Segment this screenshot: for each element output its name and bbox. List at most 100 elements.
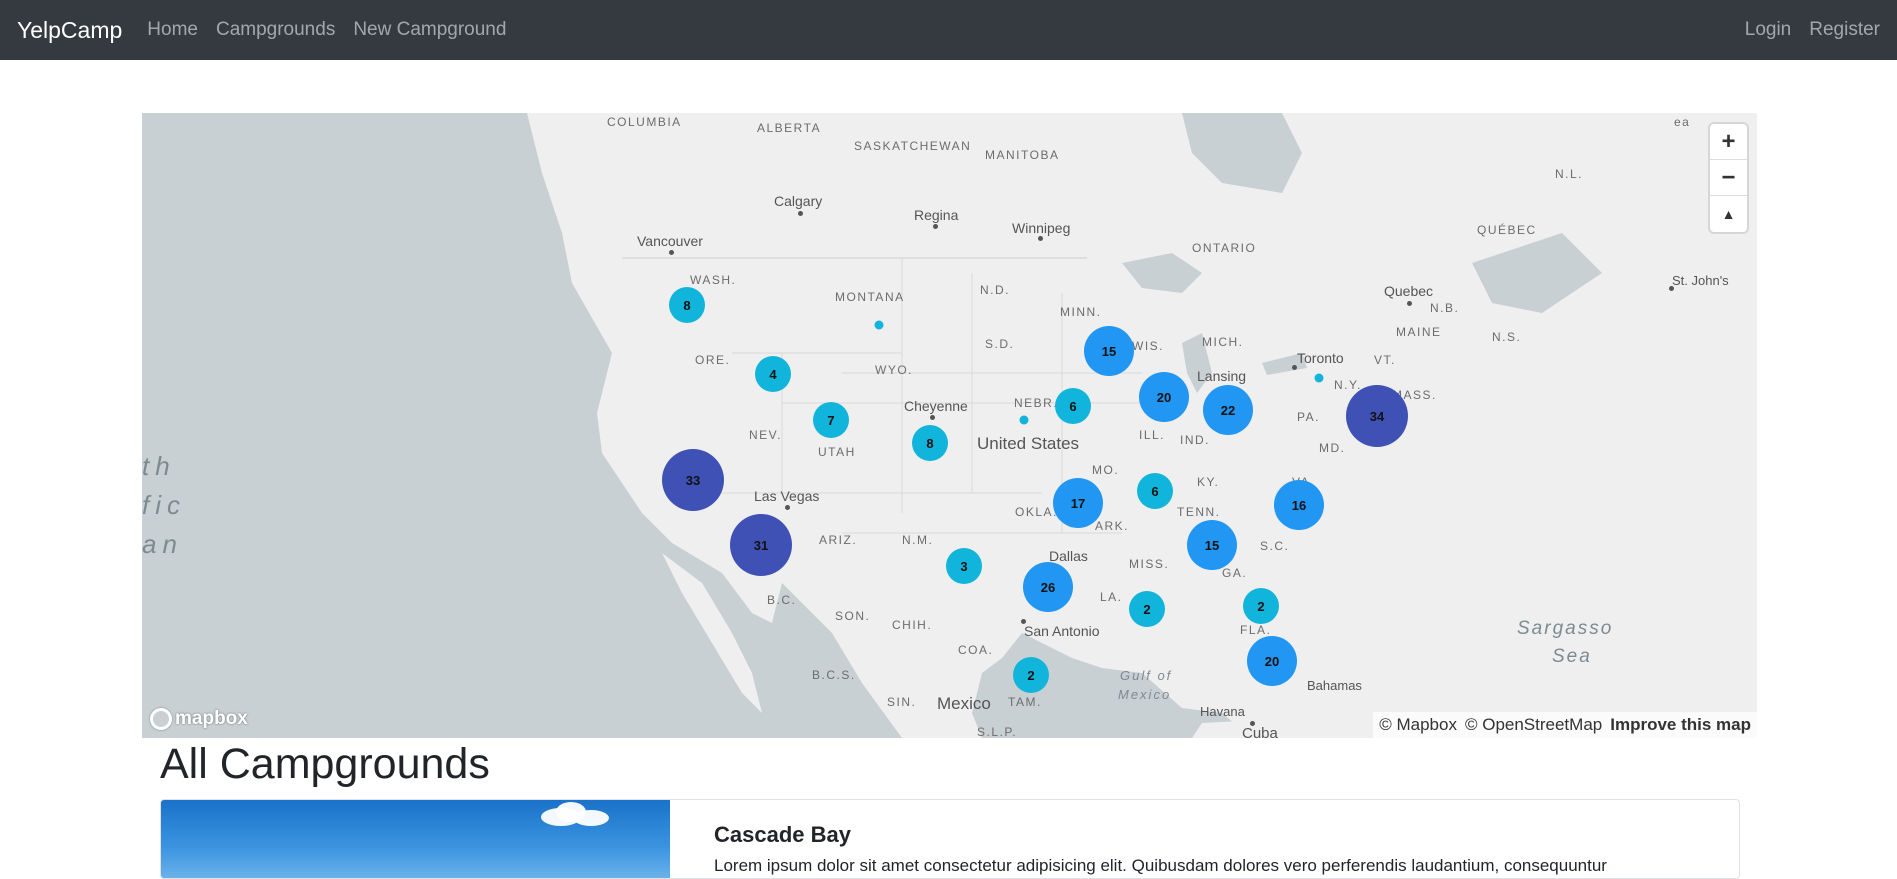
compass-button[interactable]: ▲ [1710,196,1747,232]
map-label: ORE. [695,353,731,367]
map-label: B.C. [767,593,797,607]
map-label: MICH. [1202,335,1244,349]
map-label: COLUMBIA [607,115,682,129]
cluster-marker[interactable]: 2 [1243,588,1279,624]
mapbox-attribution-link[interactable]: © Mapbox [1379,715,1457,735]
campground-title: Cascade Bay [714,822,851,847]
nav-register-link[interactable]: Register [1809,19,1880,41]
map-label: S.C. [1260,539,1290,553]
cluster-marker[interactable]: 20 [1247,636,1297,686]
cluster-marker[interactable]: 7 [813,402,849,438]
map-city-label: Las Vegas [754,488,820,504]
city-dot [930,415,935,420]
map-label: N.D. [980,283,1010,297]
mapbox-logo-icon [150,708,172,730]
map-label: ea [1674,115,1691,129]
map-label: N.B. [1430,301,1460,315]
map-label: WYO. [875,363,913,377]
cluster-marker[interactable]: 20 [1139,372,1189,422]
city-dot [669,250,674,255]
map-label: TAM. [1008,695,1042,709]
map-label: GA. [1222,566,1248,580]
map-water-label: th [142,451,176,481]
nav-login-link[interactable]: Login [1745,19,1792,41]
nav-home-link[interactable]: Home [147,19,198,41]
city-dot [1021,619,1026,624]
map-water-label: Gulf of [1120,668,1173,683]
campground-description: Lorem ipsum dolor sit amet consectetur a… [714,856,1607,875]
nav-auth-links: Login Register [1736,19,1889,41]
map-city-label: Quebec [1384,283,1434,299]
cluster-marker[interactable]: 17 [1053,478,1103,528]
map-label: B.C.S. [812,668,856,682]
cluster-marker[interactable]: 8 [669,287,705,323]
city-dot [1407,301,1412,306]
map-label: MANITOBA [985,148,1060,162]
map-water-label: fic [142,490,186,520]
map-label: IND. [1180,433,1210,447]
map-city-label: Cheyenne [904,398,968,414]
nav-campgrounds-link[interactable]: Campgrounds [216,19,335,41]
map-label: SIN. [887,695,917,709]
mapbox-logo[interactable]: mapbox [150,708,248,730]
cluster-marker[interactable]: 31 [730,514,792,576]
cluster-marker[interactable]: 16 [1274,480,1324,530]
map-water-label: Sea [1552,646,1592,667]
map-label: NEV. [749,428,782,442]
map-attribution: © Mapbox © OpenStreetMap Improve this ma… [1373,712,1757,738]
osm-attribution-link[interactable]: © OpenStreetMap [1465,715,1602,735]
map-label: NEBR. [1014,396,1059,410]
nav-new-campground-link[interactable]: New Campground [353,19,506,41]
campground-point[interactable] [874,320,884,330]
cluster-marker[interactable]: 3 [946,548,982,584]
map-label: ILL. [1139,428,1166,442]
map-label: WASH. [690,273,737,287]
map-label: SON. [835,609,871,623]
map-city-label: Vancouver [637,233,703,249]
cluster-marker[interactable]: 33 [662,449,724,511]
cluster-marker[interactable]: 6 [1055,388,1091,424]
map-label: ALBERTA [757,121,822,135]
cluster-marker[interactable]: 4 [755,356,791,392]
map-city-label: Winnipeg [1012,220,1071,236]
improve-map-link[interactable]: Improve this map [1610,715,1751,735]
map-label: KY. [1197,475,1220,489]
cluster-marker[interactable]: 6 [1137,473,1173,509]
map-label: PA. [1297,410,1320,424]
city-dot [933,224,938,229]
map-label: N.S. [1492,330,1522,344]
city-dot [1292,365,1297,370]
map-label: FLA. [1240,623,1272,637]
cluster-marker[interactable]: 2 [1013,657,1049,693]
mapbox-logo-text: mapbox [175,708,248,729]
cluster-marker[interactable]: 22 [1203,385,1253,435]
map-label: S.L.P. [977,725,1018,738]
map-city-label: San Antonio [1024,623,1100,639]
cluster-marker[interactable]: 15 [1084,326,1134,376]
city-dot [785,505,790,510]
brand-link[interactable]: YelpCamp [17,17,122,44]
zoom-out-button[interactable]: − [1710,160,1747,196]
map-label: ONTARIO [1192,241,1257,255]
map-label: SASKATCHEWAN [854,139,972,153]
map-label: MISS. [1129,557,1170,571]
map-nav-control: + − ▲ [1710,124,1747,232]
cluster-marker[interactable]: 15 [1187,520,1237,570]
cluster-marker[interactable]: 2 [1129,591,1165,627]
cluster-marker[interactable]: 8 [912,425,948,461]
map-label: OKLA. [1015,505,1058,519]
map-label: TENN. [1177,505,1221,519]
map-label: MAINE [1396,325,1442,339]
campground-point[interactable] [1314,373,1324,383]
city-dot [1038,236,1043,241]
zoom-in-button[interactable]: + [1710,124,1747,160]
campground-point[interactable] [1019,415,1029,425]
cluster-marker[interactable]: 34 [1346,385,1408,447]
cluster-marker[interactable]: 26 [1023,562,1073,612]
map-city-label: Toronto [1297,350,1344,366]
cluster-map[interactable]: COLUMBIA ALBERTA SASKATCHEWAN MANITOBA O… [142,113,1757,738]
map-label: CHIH. [892,618,933,632]
page-title: All Campgrounds [160,740,490,788]
map-label: UTAH [818,445,856,459]
map-water-label: Sargasso [1517,618,1614,639]
